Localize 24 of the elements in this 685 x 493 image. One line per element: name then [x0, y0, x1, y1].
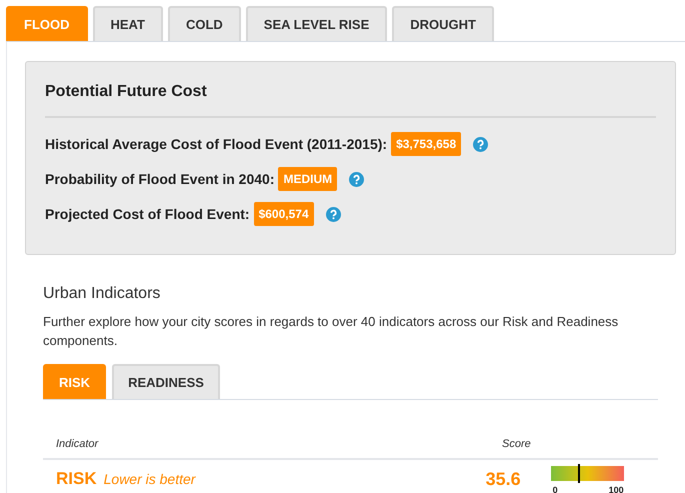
- score-value: 35.6: [486, 468, 522, 490]
- cost-label: Historical Average Cost of Flood Event (2011-2015):: [45, 134, 388, 154]
- value-badge: $600,574: [254, 202, 314, 226]
- tab[interactable]: COLD: [168, 6, 241, 41]
- column-header: Score: [502, 437, 531, 452]
- value-badge: MEDIUM: [278, 167, 338, 191]
- indicator-note: Lower is better: [104, 470, 197, 488]
- gauge-min-label: 0: [552, 484, 558, 493]
- help-icon[interactable]: [349, 172, 364, 186]
- help-icon[interactable]: [326, 206, 341, 222]
- column-header: Indicator: [56, 437, 100, 452]
- cost-label: Probability of Flood Event in 2040:: [45, 170, 274, 189]
- section-description: Further explore how your city scores in regards to over 40 indicators across our Risk and Readiness components.: [43, 313, 620, 350]
- help-icon[interactable]: [473, 136, 488, 152]
- tab[interactable]: HEAT: [92, 6, 163, 41]
- tab[interactable]: READINESS: [112, 364, 220, 399]
- section-title: Urban Indicators: [43, 284, 162, 304]
- cost-label: Projected Cost of Flood Event:: [45, 204, 250, 224]
- tab[interactable]: SEA LEVEL RISE: [246, 6, 388, 41]
- tab[interactable]: DROUGHT: [392, 6, 494, 41]
- gauge-max-label: 100: [608, 484, 624, 493]
- indicator-name: RISK: [56, 468, 97, 490]
- value-badge: $3,753,658: [391, 132, 462, 156]
- panel-title: Potential Future Cost: [45, 80, 656, 118]
